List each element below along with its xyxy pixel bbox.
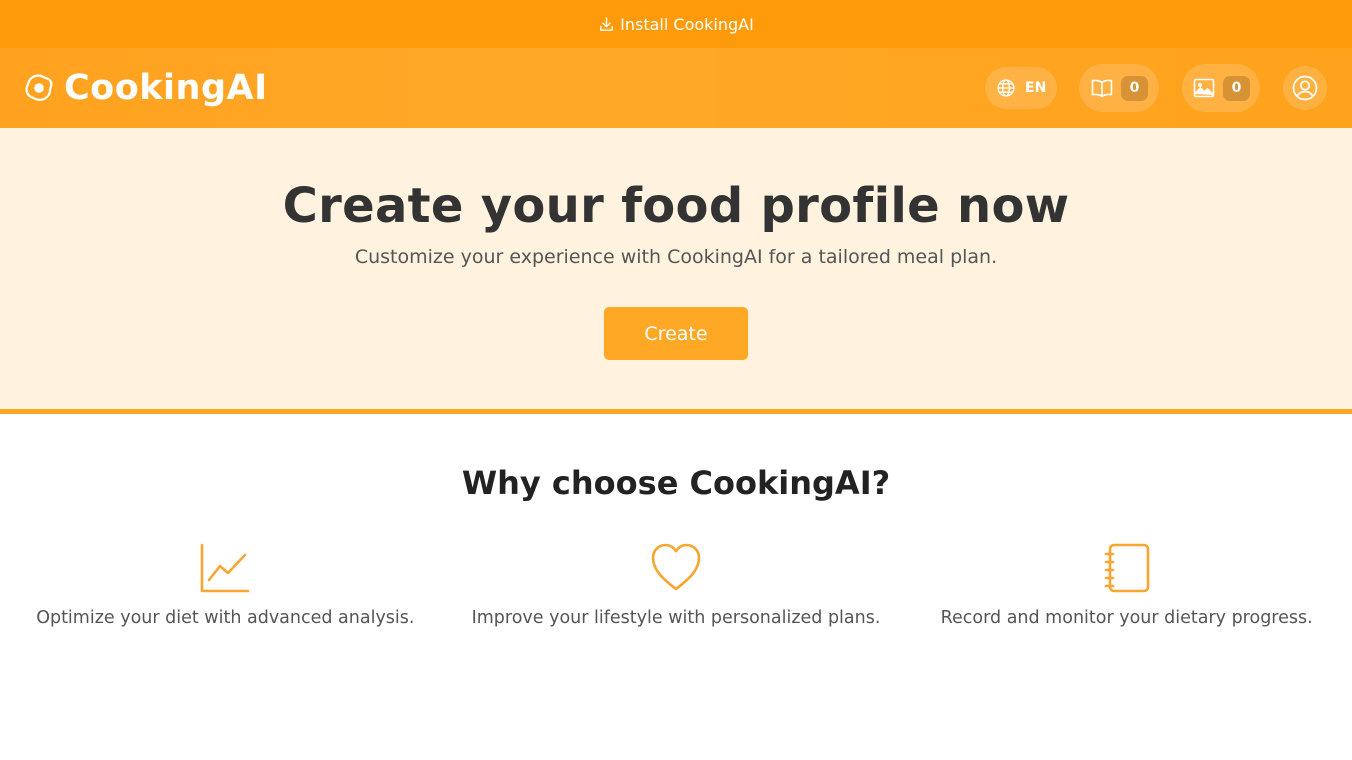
create-profile-button[interactable]: Create [604,307,748,360]
notebook-icon [1104,543,1149,593]
feature-item-lifestyle: Improve your lifestyle with personalized… [451,542,902,628]
brand-logo-link[interactable]: CookingAI [24,68,268,108]
images-count-badge: 0 [1223,75,1250,101]
heart-icon [651,543,701,591]
hero-section: Create your food profile now Customize y… [0,128,1352,414]
download-icon [600,16,614,31]
recipes-count-badge: 0 [1121,75,1148,101]
feature-item-progress: Record and monitor your dietary progress… [901,542,1352,628]
why-section: Why choose CookingAI? Optimize your diet… [0,414,1352,628]
language-code: EN [1025,80,1047,96]
brand-name: CookingAI [64,68,268,108]
install-app-label: Install CookingAI [620,14,754,34]
install-app-bar[interactable]: Install CookingAI [0,0,1352,48]
user-account-button[interactable] [1283,66,1327,110]
feature-item-analysis: Optimize your diet with advanced analysi… [0,542,451,628]
hero-title: Create your food profile now [282,178,1070,234]
why-title: Why choose CookingAI? [461,464,891,502]
header-actions: EN 0 0 [985,64,1327,112]
feature-text: Improve your lifestyle with personalized… [471,608,881,628]
saved-recipes-button[interactable]: 0 [1079,64,1159,112]
feature-text: Record and monitor your dietary progress… [940,608,1313,628]
fried-egg-logo-icon [25,74,53,101]
open-book-icon [1091,79,1113,98]
language-selector[interactable]: EN [985,67,1057,109]
hero-subtitle: Customize your experience with CookingAI… [354,246,998,268]
feature-list: Optimize your diet with advanced analysi… [0,542,1352,628]
feature-text: Optimize your diet with advanced analysi… [36,608,415,628]
chart-line-icon [201,543,250,593]
user-avatar-icon [1292,75,1318,101]
image-icon [1193,78,1215,98]
saved-images-button[interactable]: 0 [1182,64,1260,112]
top-navbar: CookingAI EN 0 0 [0,48,1352,128]
globe-icon [997,79,1015,97]
